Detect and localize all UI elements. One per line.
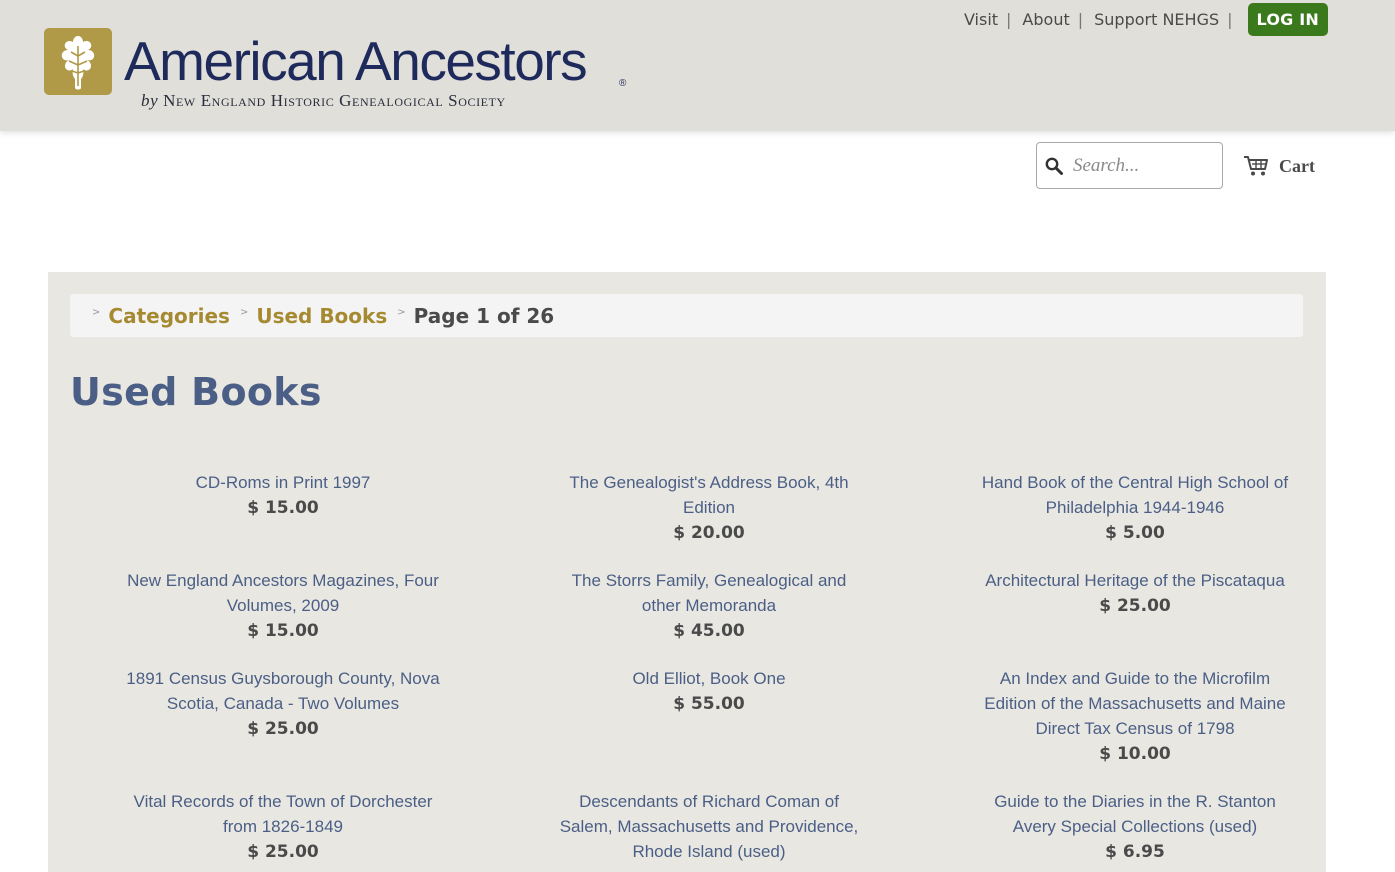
product-title-link[interactable]: Vital Records of the Town of Dorchester … bbox=[125, 789, 441, 839]
nav-support-nehgs[interactable]: Support NEHGS bbox=[1094, 10, 1219, 29]
top-nav: Visit | About | Support NEHGS | LOG IN bbox=[964, 3, 1328, 36]
product-price: $ 10.00 bbox=[1099, 744, 1171, 764]
product-title-link[interactable]: Architectural Heritage of the Piscataqua bbox=[977, 568, 1293, 593]
breadcrumb-used-books[interactable]: Used Books bbox=[256, 304, 387, 328]
product-title-link[interactable]: Hand Book of the Central High School of … bbox=[977, 470, 1293, 520]
product-title-link[interactable]: Old Elliot, Book One bbox=[551, 666, 867, 691]
product-price: $ 15.00 bbox=[247, 621, 319, 641]
product-item: 1891 Census Guysborough County, Nova Sco… bbox=[70, 666, 496, 789]
registered-mark: ® bbox=[619, 78, 627, 89]
search-icon[interactable] bbox=[1045, 157, 1063, 175]
product-price: $ 25.00 bbox=[247, 842, 319, 862]
product-grid: CD-Roms in Print 1997 $ 15.00 The Geneal… bbox=[70, 470, 1303, 865]
product-title-link[interactable]: New England Ancestors Magazines, Four Vo… bbox=[125, 568, 441, 618]
product-item: An Index and Guide to the Microfilm Edit… bbox=[922, 666, 1348, 789]
breadcrumb-separator: > bbox=[92, 307, 101, 318]
nav-visit[interactable]: Visit bbox=[964, 10, 998, 29]
logo-subtitle: by New England Historic Genealogical Soc… bbox=[141, 91, 506, 111]
product-item: Guide to the Diaries in the R. Stanton A… bbox=[922, 789, 1348, 865]
product-item: The Storrs Family, Genealogical and othe… bbox=[496, 568, 922, 666]
breadcrumb-current-page: Page 1 of 26 bbox=[413, 303, 555, 328]
product-item: Vital Records of the Town of Dorchester … bbox=[70, 789, 496, 865]
oak-leaf-logo-icon bbox=[44, 28, 112, 95]
breadcrumb-separator: > bbox=[239, 307, 249, 318]
nav-separator: | bbox=[1227, 10, 1233, 29]
product-price: $ 6.95 bbox=[1105, 842, 1165, 862]
product-title-link[interactable]: An Index and Guide to the Microfilm Edit… bbox=[977, 666, 1293, 741]
cart-link[interactable]: Cart bbox=[1243, 152, 1315, 180]
product-item: Hand Book of the Central High School of … bbox=[922, 470, 1348, 568]
breadcrumb: > Categories > Used Books > Page 1 of 26 bbox=[70, 294, 1303, 337]
nav-separator: | bbox=[1077, 10, 1084, 29]
product-price: $ 25.00 bbox=[247, 719, 319, 739]
product-title-link[interactable]: CD-Roms in Print 1997 bbox=[125, 470, 441, 495]
product-price: $ 5.00 bbox=[1105, 523, 1165, 543]
product-item: Descendants of Richard Coman of Salem, M… bbox=[496, 789, 922, 865]
product-item: New England Ancestors Magazines, Four Vo… bbox=[70, 568, 496, 666]
product-item: CD-Roms in Print 1997 $ 15.00 bbox=[70, 470, 496, 568]
product-title-link[interactable]: The Storrs Family, Genealogical and othe… bbox=[551, 568, 867, 618]
product-title-link[interactable]: The Genealogist's Address Book, 4th Edit… bbox=[551, 470, 867, 520]
product-price: $ 45.00 bbox=[673, 621, 745, 641]
product-item: Architectural Heritage of the Piscataqua… bbox=[922, 568, 1348, 666]
product-price: $ 20.00 bbox=[673, 523, 745, 543]
product-item: The Genealogist's Address Book, 4th Edit… bbox=[496, 470, 922, 568]
product-price: $ 55.00 bbox=[673, 694, 745, 714]
product-price: $ 25.00 bbox=[1099, 596, 1171, 616]
page-title: Used Books bbox=[70, 370, 322, 414]
content-panel: > Categories > Used Books > Page 1 of 26… bbox=[48, 272, 1326, 872]
product-price: $ 15.00 bbox=[247, 498, 319, 518]
login-button[interactable]: LOG IN bbox=[1247, 3, 1328, 36]
product-item: Old Elliot, Book One $ 55.00 bbox=[496, 666, 922, 789]
nav-separator: | bbox=[1006, 10, 1012, 29]
product-title-link[interactable]: Guide to the Diaries in the R. Stanton A… bbox=[977, 789, 1293, 839]
product-title-link[interactable]: 1891 Census Guysborough County, Nova Sco… bbox=[125, 666, 441, 716]
cart-label: Cart bbox=[1279, 155, 1315, 176]
cart-icon bbox=[1244, 156, 1268, 176]
site-header: American Ancestors ® by New England Hist… bbox=[0, 0, 1395, 131]
search-box bbox=[1036, 142, 1223, 189]
breadcrumb-categories[interactable]: Categories bbox=[108, 304, 230, 328]
nav-about[interactable]: About bbox=[1022, 10, 1069, 29]
product-title-link[interactable]: Descendants of Richard Coman of Salem, M… bbox=[551, 789, 867, 864]
breadcrumb-separator: > bbox=[397, 307, 406, 318]
search-input[interactable] bbox=[1071, 149, 1216, 183]
logo-title: American Ancestors bbox=[124, 30, 588, 92]
logo-subtitle-text: New England Historic Genealogical Societ… bbox=[163, 91, 506, 110]
logo-subtitle-by: by bbox=[141, 91, 159, 110]
